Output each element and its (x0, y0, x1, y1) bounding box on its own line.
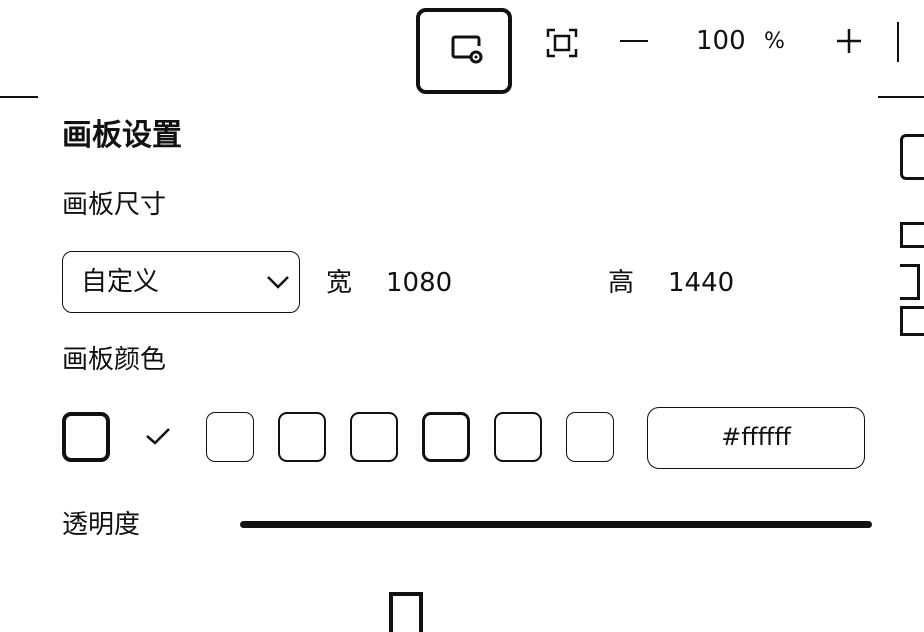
opacity-slider[interactable] (240, 521, 872, 528)
hex-color-input[interactable]: #ffffff (647, 407, 865, 469)
zoom-value: 100 (696, 26, 746, 56)
canvas-size-label: 画板尺寸 (62, 190, 167, 220)
side-tool-shape-icon[interactable] (900, 222, 924, 248)
height-input[interactable]: 1440 (668, 266, 734, 300)
height-label: 高 (608, 268, 635, 298)
zoom-in-button[interactable] (836, 28, 862, 54)
side-tool-pen-icon[interactable] (900, 264, 920, 300)
header-divider-left (0, 96, 38, 98)
side-tool-frame-icon[interactable] (900, 134, 924, 180)
size-preset-value: 自定义 (81, 267, 160, 297)
zoom-out-button[interactable] (620, 40, 648, 42)
side-tool-select-icon[interactable] (900, 306, 924, 336)
color-swatch-7[interactable] (566, 412, 614, 462)
canvas-settings-icon (451, 35, 483, 64)
bottom-tool-icon[interactable] (389, 592, 423, 632)
color-swatch-4[interactable] (350, 412, 398, 462)
color-swatch-6[interactable] (494, 412, 542, 462)
width-label: 宽 (326, 268, 353, 298)
color-swatch-2[interactable] (206, 412, 254, 462)
color-swatch-1[interactable] (62, 412, 110, 462)
color-swatch-3[interactable] (278, 412, 326, 462)
header-divider-right (878, 96, 924, 98)
canvas-color-label: 画板颜色 (62, 345, 167, 375)
check-icon (146, 428, 170, 445)
width-input[interactable]: 1080 (386, 266, 452, 300)
canvas-settings-button[interactable] (416, 8, 512, 94)
opacity-label: 透明度 (62, 510, 141, 540)
size-preset-select[interactable]: 自定义 (62, 251, 300, 313)
toolbar-divider (897, 22, 899, 62)
zoom-unit: % (764, 29, 785, 54)
fit-screen-icon[interactable] (546, 28, 578, 58)
panel-title: 画板设置 (62, 118, 182, 153)
color-swatch-5[interactable] (422, 412, 470, 462)
chevron-down-icon (267, 276, 289, 289)
